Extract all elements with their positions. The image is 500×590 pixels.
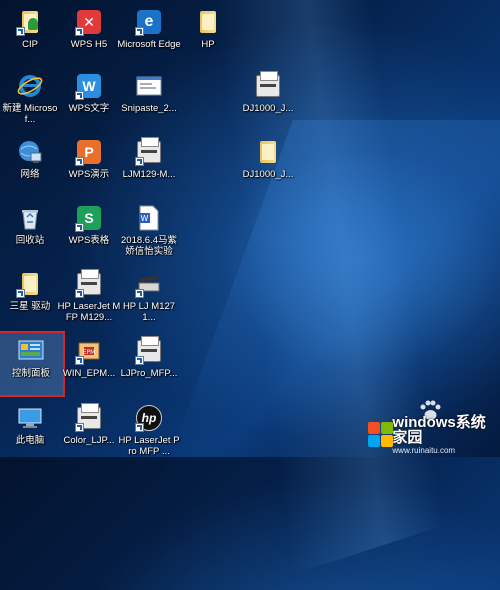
- svg-text:EPM: EPM: [83, 349, 96, 356]
- scanner-icon: [135, 270, 163, 298]
- desktop-icon-dj1000-printer[interactable]: DJ1000_J...: [236, 68, 300, 130]
- icon-label: DJ1000_J...: [242, 103, 294, 114]
- svg-text:W: W: [141, 214, 149, 223]
- image-file-icon: [135, 72, 163, 100]
- desktop-icon-wps-h5[interactable]: ✕ WPS H5: [57, 4, 121, 66]
- desktop-icon-hp-laserjet-m129[interactable]: HP LaserJet MFP M129...: [57, 266, 121, 328]
- icon-label: Color_LJP...: [63, 435, 115, 446]
- icon-label: DJ1000_J...: [242, 169, 294, 180]
- wps-presentation-icon: P: [75, 138, 103, 166]
- desktop-icon-win-epm[interactable]: EPM WIN_EPM...: [57, 333, 121, 395]
- icon-label: HP LJ M1271...: [122, 301, 176, 323]
- icon-label: CIP: [22, 39, 38, 50]
- word-document-icon: W: [135, 204, 163, 232]
- desktop-icon-wps-presentation[interactable]: P WPS演示: [57, 134, 121, 196]
- icon-label: WPS文字: [68, 103, 110, 114]
- desktop-icon-samsung-driver[interactable]: 三星 驱动: [0, 266, 62, 328]
- icon-label: 网络: [20, 169, 40, 180]
- edge-icon: e: [135, 8, 163, 36]
- icon-label: Snipaste_2...: [121, 103, 177, 114]
- icon-label: LJPro_MFP...: [120, 368, 178, 379]
- icon-label: HP: [201, 39, 215, 50]
- network-icon: [16, 138, 44, 166]
- folder-icon: [254, 138, 282, 166]
- desktop-icon-ljm129[interactable]: LJM129-M...: [117, 134, 181, 196]
- icon-label: 2018.6.4马紫娇信怡实验: [121, 235, 177, 257]
- icon-label: HP LaserJet Pro MFP ...: [118, 435, 180, 457]
- watermark-url: www.ruinaitu.com: [392, 445, 456, 455]
- desktop-icon-cip[interactable]: CIP: [0, 4, 62, 66]
- icon-label: WPS表格: [68, 235, 110, 246]
- desktop-icon-this-pc[interactable]: 此电脑: [0, 400, 62, 462]
- hp-logo-icon: hp: [135, 404, 163, 432]
- icon-label: LJM129-M...: [122, 169, 176, 180]
- icon-label: WPS演示: [68, 169, 110, 180]
- desktop-icon-snipaste[interactable]: Snipaste_2...: [117, 68, 181, 130]
- site-watermark: windows系统家园 www.ruinaitu.com: [368, 413, 494, 454]
- desktop-icon-new-microsoft[interactable]: 新建 Microsof...: [0, 68, 62, 130]
- folder-user-icon: [16, 8, 44, 36]
- icon-label: 控制面板: [11, 368, 50, 379]
- desktop-icon-word-document[interactable]: W 2018.6.4马紫娇信怡实验: [117, 200, 181, 262]
- desktop-icon-microsoft-edge[interactable]: e Microsoft Edge: [117, 4, 181, 66]
- desktop-icon-dj1000-folder[interactable]: DJ1000_J...: [236, 134, 300, 196]
- printer-icon: [135, 336, 163, 365]
- printer-icon: [254, 71, 282, 100]
- desktop-icon-hp-folder[interactable]: HP: [176, 4, 240, 66]
- this-pc-icon: [16, 404, 44, 432]
- folder-icon: [16, 270, 44, 298]
- icon-label: WIN_EPM...: [62, 368, 116, 379]
- icon-label: 此电脑: [15, 435, 45, 446]
- wps-writer-icon: W: [75, 72, 103, 100]
- icon-label: 三星 驱动: [9, 301, 51, 312]
- icon-label: HP LaserJet MFP M129...: [57, 301, 121, 323]
- desktop-icon-wps-spreadsheet[interactable]: S WPS表格: [57, 200, 121, 262]
- installer-icon: EPM: [75, 337, 103, 365]
- desktop-icon-network[interactable]: 网络: [0, 134, 62, 196]
- icon-label: WPS H5: [70, 39, 108, 50]
- printer-icon: [75, 403, 103, 432]
- windows-logo-icon: [368, 421, 393, 448]
- desktop-icon-hp-laserjet-pro-mfp[interactable]: hp HP LaserJet Pro MFP ...: [117, 400, 181, 462]
- desktop-icon-ljpro-mfp[interactable]: LJPro_MFP...: [117, 333, 181, 395]
- watermark-site-name: windows系统家园: [392, 413, 486, 446]
- desktop-icon-hp-lj-m1271[interactable]: HP LJ M1271...: [117, 266, 181, 328]
- desktop-icon-color-ljp[interactable]: Color_LJP...: [57, 400, 121, 462]
- icon-label: Microsoft Edge: [117, 39, 181, 50]
- printer-icon: [75, 269, 103, 298]
- control-panel-icon: [17, 337, 45, 365]
- folder-icon: [194, 8, 222, 36]
- icon-label: 新建 Microsof...: [2, 103, 58, 125]
- printer-icon: [135, 137, 163, 166]
- recycle-bin-icon: [16, 204, 44, 232]
- icon-label: 回收站: [15, 235, 45, 246]
- desktop-icon-control-panel[interactable]: 控制面板: [0, 331, 65, 397]
- wps-spreadsheet-icon: S: [75, 204, 103, 232]
- desktop-icon-wps-writer[interactable]: W WPS文字: [57, 68, 121, 130]
- wps-h5-icon: ✕: [75, 8, 103, 36]
- ie-icon: [16, 72, 44, 100]
- desktop-icon-recycle-bin[interactable]: 回收站: [0, 200, 62, 262]
